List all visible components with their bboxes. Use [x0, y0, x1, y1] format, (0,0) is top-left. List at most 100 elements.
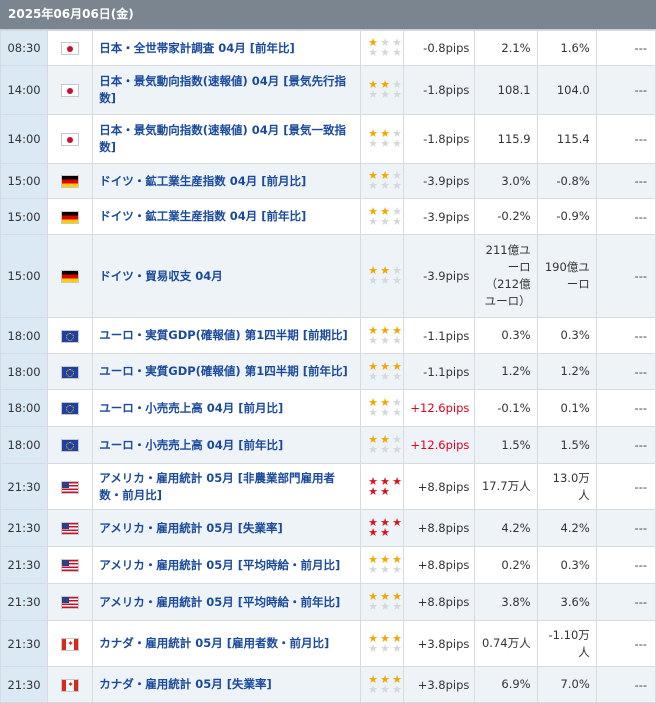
forecast-cell: -0.9%	[536, 198, 597, 235]
star-empty-icon: ★	[380, 641, 391, 655]
event-link[interactable]: ドイツ・鉱工業生産指数 04月 [前月比]	[92, 163, 362, 199]
pips-cell: +8.8pips	[403, 583, 476, 621]
event-link[interactable]: ユーロ・小売売上高 04月 [前月比]	[92, 389, 362, 427]
importance-stars: ★ ★ ★ ★ ★ ★	[367, 361, 403, 383]
star-empty-icon: ★	[392, 333, 403, 347]
event-link[interactable]: アメリカ・雇用統計 05月 [平均時給・前年比]	[92, 583, 362, 621]
forecast-cell: 104.0	[536, 65, 597, 115]
event-link[interactable]: カナダ・雇用統計 05月 [雇用者数・前月比]	[92, 620, 362, 667]
event-link[interactable]: 日本・景気動向指数(速報値) 04月 [景気一致指数]	[92, 114, 362, 164]
star-filled-icon: ★	[368, 484, 379, 498]
event-link[interactable]: カナダ・雇用統計 05月 [失業率]	[92, 666, 362, 703]
flag-cell	[47, 30, 94, 66]
flag-cell	[47, 583, 94, 621]
flag-cell	[47, 234, 94, 318]
actual-cell: 6.9%	[474, 666, 538, 703]
flag-cell	[47, 666, 94, 703]
star-empty-icon: ★	[392, 682, 403, 696]
star-empty-icon: ★	[392, 443, 403, 456]
star-empty-icon: ★	[392, 406, 403, 419]
table-row: 18:00 ユーロ・小売売上高 04月 [前年比] ★ ★ ★ ★ ★ ★ +12.6pips 1…	[0, 426, 656, 464]
event-link[interactable]: アメリカ・雇用統計 05月 [非農業部門雇用者数・前月比]	[92, 463, 362, 510]
flag-cell	[47, 317, 94, 354]
star-empty-icon: ★	[368, 333, 379, 347]
forecast-cell: -1.10万人	[536, 620, 597, 667]
japan-flag-icon	[62, 134, 79, 145]
star-empty-icon: ★	[392, 600, 403, 613]
time-cell: 21:30	[0, 666, 49, 703]
previous-cell: ---	[595, 317, 656, 354]
star-empty-icon: ★	[392, 369, 403, 383]
star-empty-icon: ★	[368, 137, 379, 150]
time-cell: 18:00	[0, 353, 49, 390]
eu-flag-icon	[62, 403, 79, 414]
table-row: 21:30 カナダ・雇用統計 05月 [失業率]★★★★★★+3.8pips6.9…	[0, 666, 656, 703]
flag-cell	[47, 389, 94, 427]
germany-flag-icon	[62, 176, 79, 187]
star-empty-icon: ★	[392, 88, 403, 101]
star-empty-icon: ★	[368, 641, 379, 655]
star-empty-icon: ★	[380, 179, 391, 192]
event-link[interactable]: ユーロ・実質GDP(確報値) 第1四半期 [前年比]	[92, 353, 362, 390]
star-filled-icon: ★	[380, 484, 391, 498]
importance-stars: ★ ★ ★ ★ ★ ★	[367, 79, 403, 101]
event-link[interactable]: ドイツ・鉱工業生産指数 04月 [前年比]	[92, 198, 362, 235]
importance-stars: ★ ★ ★ ★ ★ ★	[367, 554, 403, 575]
importance-cell: ★ ★ ★ ★ ★ ★	[360, 317, 405, 354]
importance-cell: ★ ★ ★ ★ ★ ★	[360, 198, 405, 235]
flag-cell	[47, 163, 94, 199]
time-cell: 18:00	[0, 317, 49, 354]
event-link[interactable]: ドイツ・貿易収支 04月	[92, 234, 362, 318]
pips-cell: -3.9pips	[403, 198, 476, 235]
star-empty-icon: ★	[380, 274, 391, 287]
star-empty-icon: ★	[368, 46, 379, 59]
table-row: 21:30 アメリカ・雇用統計 05月 [失業率] ★ ★ ★ ★ ★ +8.8pips 4.2…	[0, 509, 656, 547]
star-empty-icon: ★	[368, 88, 379, 101]
actual-cell: 0.2%	[474, 546, 538, 584]
event-link[interactable]: ユーロ・実質GDP(確報値) 第1四半期 [前期比]	[92, 317, 362, 354]
pips-cell: +8.8pips	[403, 546, 476, 584]
event-link[interactable]: 日本・景気動向指数(速報値) 04月 [景気先行指数]	[92, 65, 362, 115]
star-empty-icon: ★	[368, 682, 379, 696]
event-link[interactable]: 日本・全世帯家計調査 04月 [前年比]	[92, 30, 362, 66]
eu-flag-icon	[62, 366, 79, 378]
table-row: 21:30 アメリカ・雇用統計 05月 [平均時給・前年比] ★ ★ ★ ★ ★ ★ +8.8p…	[0, 583, 656, 621]
importance-cell: ★ ★ ★ ★ ★ ★	[360, 114, 405, 164]
event-link[interactable]: アメリカ・雇用統計 05月 [失業率]	[92, 509, 362, 547]
actual-cell: 0.3%	[474, 317, 538, 354]
importance-cell: ★ ★ ★ ★ ★	[360, 509, 405, 547]
table-row: 15:00 ドイツ・鉱工業生産指数 04月 [前月比] ★ ★ ★ ★ ★ ★ -3.9pips…	[0, 163, 656, 199]
importance-stars: ★ ★ ★ ★ ★ ★	[367, 397, 403, 419]
table-row: 08:30 日本・全世帯家計調査 04月 [前年比] ★ ★ ★ ★ ★ ★ -0.8pips 2…	[0, 30, 656, 66]
importance-stars: ★ ★ ★ ★ ★ ★	[367, 265, 403, 287]
table-row: 18:00 ユーロ・小売売上高 04月 [前月比] ★ ★ ★ ★ ★ ★ +12.6pips -…	[0, 389, 656, 427]
time-cell: 15:00	[0, 198, 49, 235]
previous-cell: ---	[595, 163, 656, 199]
previous-cell: ---	[595, 389, 656, 427]
event-link[interactable]: ユーロ・小売売上高 04月 [前年比]	[92, 426, 362, 464]
forecast-cell: 13.0万人	[536, 463, 597, 510]
star-empty-icon: ★	[380, 137, 391, 150]
previous-cell: ---	[595, 583, 656, 621]
star-empty-icon: ★	[368, 600, 379, 613]
star-empty-icon: ★	[368, 214, 379, 228]
table-row: 21:30 アメリカ・雇用統計 05月 [平均時給・前月比] ★ ★ ★ ★ ★ ★ +8.8p…	[0, 546, 656, 584]
star-empty-icon: ★	[380, 443, 391, 456]
importance-cell: ★ ★ ★ ★ ★ ★	[360, 666, 405, 703]
pips-cell: +8.8pips	[403, 463, 476, 510]
table-row: 14:00 日本・景気動向指数(速報値) 04月 [景気先行指数] ★ ★ ★ ★ ★ ★ -1…	[0, 65, 656, 115]
flag-cell	[47, 463, 94, 510]
importance-cell: ★ ★ ★ ★ ★ ★	[360, 353, 405, 390]
star-empty-icon: ★	[392, 274, 403, 287]
actual-cell: -0.1%	[474, 389, 538, 427]
time-cell: 14:00	[0, 65, 49, 115]
eu-flag-icon	[62, 440, 79, 451]
actual-cell: -0.2%	[474, 198, 538, 235]
table-row: 18:00 ユーロ・実質GDP(確報値) 第1四半期 [前期比] ★ ★ ★ ★ ★ ★ -1.…	[0, 317, 656, 354]
pips-cell: -1.8pips	[403, 114, 476, 164]
star-filled-icon: ★	[392, 474, 403, 488]
forecast-cell: 0.1%	[536, 389, 597, 427]
event-link[interactable]: アメリカ・雇用統計 05月 [平均時給・前月比]	[92, 546, 362, 584]
japan-flag-icon	[62, 85, 79, 96]
canada-flag-icon	[62, 638, 79, 650]
